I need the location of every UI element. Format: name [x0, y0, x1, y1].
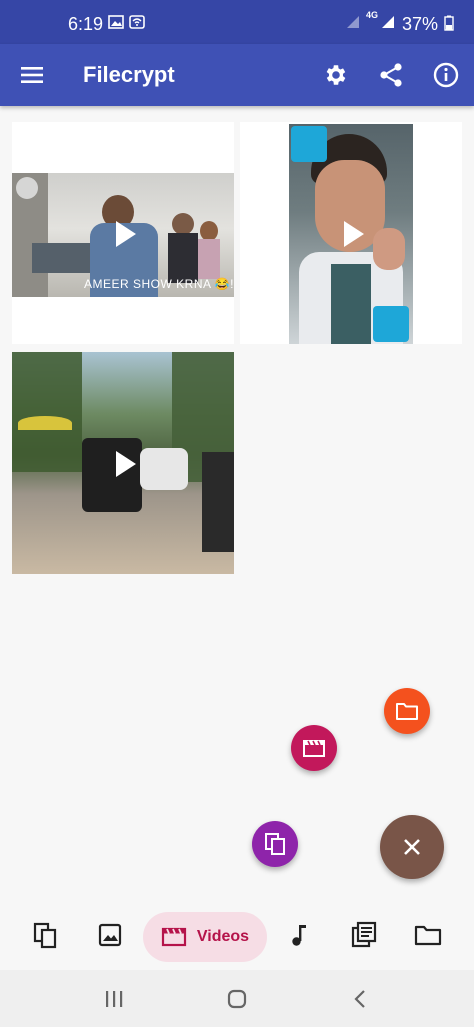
signal-icon	[347, 16, 359, 28]
nav-folders[interactable]	[412, 919, 444, 951]
nav-videos-label: Videos	[196, 928, 250, 945]
folder-fab[interactable]	[384, 688, 430, 734]
app-title: Filecrypt	[83, 62, 175, 87]
movie-icon	[161, 927, 187, 947]
recents-button[interactable]	[100, 986, 128, 1012]
play-icon	[116, 221, 136, 247]
video-tile[interactable]	[12, 352, 234, 574]
recents-icon	[106, 991, 123, 1007]
copy-fab[interactable]	[252, 821, 298, 867]
video-tile[interactable]: AMEER SHOW KRNA 😂!	[12, 122, 234, 344]
image-icon	[98, 923, 122, 947]
share-button[interactable]	[375, 59, 407, 91]
info-button[interactable]	[430, 59, 462, 91]
gallery-icon	[108, 15, 124, 29]
play-icon	[116, 451, 136, 477]
status-bar: 6:19 4G 37%	[0, 0, 474, 44]
home-button[interactable]	[224, 986, 250, 1012]
nav-documents[interactable]	[348, 919, 380, 951]
copy-icon	[265, 833, 285, 855]
settings-button[interactable]	[320, 59, 352, 91]
status-time: 6:19	[68, 14, 104, 34]
documents-icon	[351, 921, 377, 948]
signal-4g-icon	[382, 16, 394, 28]
snackvideo-logo	[373, 306, 409, 342]
close-icon	[404, 839, 420, 855]
video-tile[interactable]	[240, 122, 462, 344]
snackvideo-logo	[291, 126, 327, 162]
back-button[interactable]	[347, 986, 373, 1012]
folder-icon	[396, 703, 418, 720]
screen: 6:19 4G 37% Filecrypt AMEER SHOW KRNA 😂!…	[0, 0, 474, 1027]
info-icon	[433, 62, 459, 88]
nav-images[interactable]	[94, 919, 126, 951]
folder-icon	[414, 925, 442, 946]
play-icon	[344, 221, 364, 247]
network-label: 4G	[366, 10, 379, 20]
nav-files[interactable]	[29, 919, 61, 951]
back-icon	[354, 990, 365, 1008]
share-icon	[380, 63, 402, 87]
nav-music[interactable]	[283, 919, 315, 951]
menu-icon	[21, 67, 43, 83]
movie-icon	[303, 740, 325, 757]
battery-icon	[444, 15, 454, 31]
files-icon	[33, 922, 57, 949]
app-bar: Filecrypt	[0, 44, 474, 106]
settings-icon	[326, 65, 346, 85]
video-caption: AMEER SHOW KRNA 😂!	[84, 277, 234, 291]
video-fab[interactable]	[291, 725, 337, 771]
nav-videos[interactable]: Videos	[143, 912, 267, 962]
battery-percent: 37%	[402, 14, 439, 34]
system-navigation	[0, 970, 474, 1027]
bottom-navigation: Videos	[0, 905, 474, 970]
music-icon	[292, 925, 306, 946]
wifi-call-icon	[129, 15, 145, 29]
close-fab[interactable]	[380, 815, 444, 879]
home-icon	[227, 989, 247, 1009]
menu-button[interactable]	[16, 59, 48, 91]
